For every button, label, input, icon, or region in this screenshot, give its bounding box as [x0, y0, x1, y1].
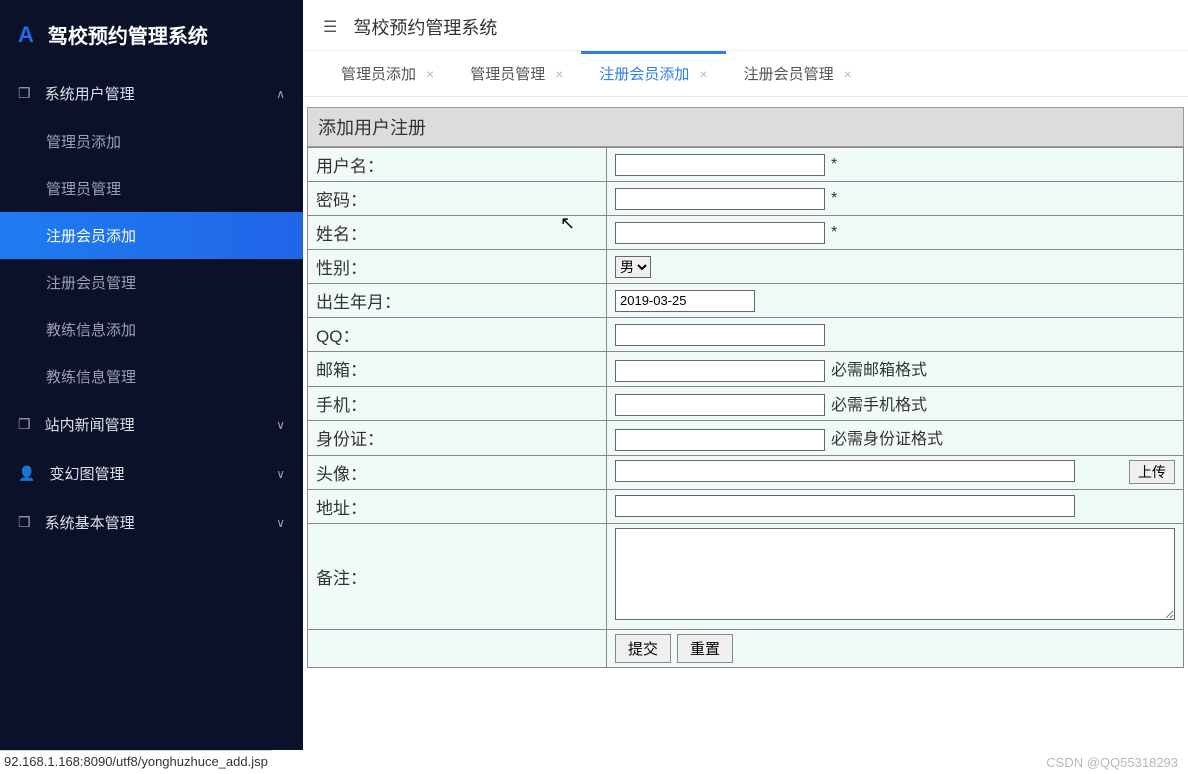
tab-label: 注册会员管理: [744, 63, 834, 84]
label-name: 姓名：: [308, 216, 607, 250]
label-address: 地址：: [308, 489, 607, 523]
avatar-input[interactable]: [615, 460, 1075, 482]
topbar: ☰ 驾校预约管理系统: [303, 0, 1188, 51]
label-dob: 出生年月：: [308, 284, 607, 318]
menu-group-label: 变幻图管理: [49, 463, 124, 484]
password-input[interactable]: [615, 188, 825, 210]
sidebar-item-admin-manage[interactable]: 管理员管理: [0, 165, 303, 212]
required-mark: *: [831, 190, 837, 207]
menu-group-label: 系统基本管理: [45, 512, 135, 533]
tab-label: 注册会员添加: [599, 63, 689, 84]
label-phone: 手机：: [308, 386, 607, 421]
main: ☰ 驾校预约管理系统 管理员添加 × 管理员管理 × 注册会员添加 × 注册会员…: [303, 0, 1188, 750]
menu-group-label: 系统用户管理: [45, 83, 135, 104]
menu-group-label: 站内新闻管理: [45, 414, 135, 435]
tab-member-add[interactable]: 注册会员添加 ×: [581, 51, 725, 96]
watermark: CSDN @QQ55318293: [1046, 755, 1178, 770]
hint-phone: 必需手机格式: [831, 397, 927, 414]
menu-group-news[interactable]: ❒ 站内新闻管理 ∨: [0, 400, 303, 449]
chevron-down-icon: ∨: [276, 418, 285, 432]
tab-label: 管理员添加: [341, 63, 416, 84]
required-mark: *: [831, 224, 837, 241]
username-input[interactable]: [615, 154, 825, 176]
qq-input[interactable]: [615, 324, 825, 346]
tabs: 管理员添加 × 管理员管理 × 注册会员添加 × 注册会员管理 ×: [303, 51, 1188, 97]
sidebar-item-coach-manage[interactable]: 教练信息管理: [0, 353, 303, 400]
menu-group-banner[interactable]: 👤 变幻图管理 ∨: [0, 449, 303, 498]
form: 添加用户注册 用户名： * 密码： * 姓名： * 性别： 男 出生年月： QQ…: [307, 107, 1184, 668]
chevron-down-icon: ∨: [276, 467, 285, 481]
tab-label: 管理员管理: [470, 63, 545, 84]
close-icon[interactable]: ×: [699, 66, 707, 82]
address-input[interactable]: [615, 495, 1075, 517]
sidebar-item-admin-add[interactable]: 管理员添加: [0, 118, 303, 165]
sidebar-item-coach-add[interactable]: 教练信息添加: [0, 306, 303, 353]
close-icon[interactable]: ×: [426, 66, 434, 82]
cube-icon: ❒: [18, 416, 31, 433]
label-username: 用户名：: [308, 148, 607, 182]
label-idcard: 身份证：: [308, 421, 607, 456]
cube-icon: ❒: [18, 514, 31, 531]
sidebar: A 驾校预约管理系统 ❒ 系统用户管理 ∧ 管理员添加 管理员管理 注册会员添加…: [0, 0, 303, 750]
tab-member-manage[interactable]: 注册会员管理 ×: [726, 51, 870, 96]
close-icon[interactable]: ×: [555, 66, 563, 82]
tab-admin-add[interactable]: 管理员添加 ×: [323, 51, 452, 96]
required-mark: *: [831, 156, 837, 173]
cube-icon: ❒: [18, 85, 31, 102]
form-title: 添加用户注册: [307, 107, 1184, 147]
reset-button[interactable]: 重置: [677, 634, 733, 663]
dob-input[interactable]: [615, 290, 755, 312]
idcard-input[interactable]: [615, 429, 825, 451]
name-input[interactable]: [615, 222, 825, 244]
menu-group-system[interactable]: ❒ 系统基本管理 ∨: [0, 498, 303, 547]
close-icon[interactable]: ×: [844, 66, 852, 82]
menu-group-user[interactable]: ❒ 系统用户管理 ∧: [0, 69, 303, 118]
submit-button[interactable]: 提交: [615, 634, 671, 663]
brand: A 驾校预约管理系统: [0, 0, 303, 69]
chevron-up-icon: ∧: [276, 87, 285, 101]
upload-button[interactable]: 上传: [1129, 460, 1175, 484]
phone-input[interactable]: [615, 394, 825, 416]
label-email: 邮箱：: [308, 352, 607, 387]
label-password: 密码：: [308, 182, 607, 216]
page-title: 驾校预约管理系统: [353, 14, 497, 40]
chevron-down-icon: ∨: [276, 516, 285, 530]
sidebar-item-member-manage[interactable]: 注册会员管理: [0, 259, 303, 306]
content: 添加用户注册 用户名： * 密码： * 姓名： * 性别： 男 出生年月： QQ…: [303, 97, 1188, 750]
sidebar-menu: ❒ 系统用户管理 ∧ 管理员添加 管理员管理 注册会员添加 注册会员管理 教练信…: [0, 69, 303, 750]
email-input[interactable]: [615, 360, 825, 382]
hint-idcard: 必需身份证格式: [831, 431, 943, 448]
label-avatar: 头像：: [308, 455, 607, 489]
logo-icon: A: [18, 22, 34, 48]
menu-collapse-icon[interactable]: ☰: [323, 17, 337, 37]
statusbar: 92.168.1.168:8090/utf8/yonghuzhuce_add.j…: [0, 750, 272, 774]
remark-textarea[interactable]: [615, 528, 1175, 620]
gender-select[interactable]: 男: [615, 256, 651, 278]
tab-admin-manage[interactable]: 管理员管理 ×: [452, 51, 581, 96]
label-actions: [308, 629, 607, 667]
user-icon: 👤: [18, 465, 35, 482]
form-table: 用户名： * 密码： * 姓名： * 性别： 男 出生年月： QQ： 邮箱： 必: [307, 147, 1184, 668]
label-remark: 备注：: [308, 523, 607, 629]
hint-email: 必需邮箱格式: [831, 362, 927, 379]
label-qq: QQ：: [308, 318, 607, 352]
sidebar-item-member-add[interactable]: 注册会员添加: [0, 212, 303, 259]
brand-title: 驾校预约管理系统: [48, 20, 208, 49]
label-gender: 性别：: [308, 250, 607, 284]
